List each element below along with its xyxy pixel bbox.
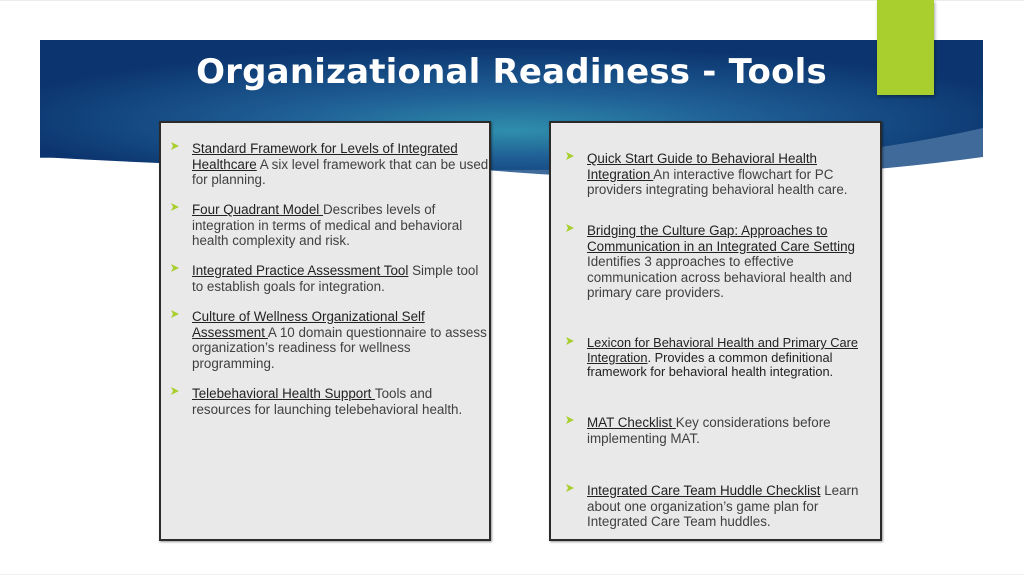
arrow-bullet-icon: [566, 416, 574, 424]
list-item: Telebehavioral Health Support Tools and …: [171, 386, 492, 417]
list-item: Integrated Care Team Huddle Checklist Le…: [566, 483, 881, 530]
tool-link[interactable]: Integrated Practice Assessment Tool: [192, 263, 408, 278]
list-item: Bridging the Culture Gap: Approaches to …: [566, 223, 881, 301]
arrow-bullet-icon: [171, 310, 179, 318]
list-item: Four Quadrant Model Describes levels of …: [171, 202, 492, 249]
arrow-bullet-icon: [566, 337, 574, 345]
left-tools-panel: Standard Framework for Levels of Integra…: [159, 121, 491, 541]
arrow-bullet-icon: [171, 264, 179, 272]
right-tools-panel: Quick Start Guide to Behavioral Health I…: [549, 121, 882, 541]
tool-link[interactable]: Four Quadrant Model: [192, 202, 323, 217]
arrow-bullet-icon: [566, 484, 574, 492]
list-item: Culture of Wellness Organizational Self …: [171, 309, 492, 371]
list-item: Quick Start Guide to Behavioral Health I…: [566, 151, 881, 198]
tool-description: Identifies 3 approaches to effective com…: [587, 254, 852, 300]
list-item: Standard Framework for Levels of Integra…: [171, 141, 492, 188]
tool-link[interactable]: Integrated Care Team Huddle Checklist: [587, 483, 820, 498]
tool-link[interactable]: Telebehavioral Health Support: [192, 386, 375, 401]
list-item: MAT Checklist Key considerations before …: [566, 415, 881, 446]
arrow-bullet-icon: [171, 142, 179, 150]
slide-title: Organizational Readiness - Tools: [196, 52, 827, 92]
arrow-bullet-icon: [171, 203, 179, 211]
bottom-divider: [0, 574, 1024, 575]
list-item: Lexicon for Behavioral Health and Primar…: [566, 335, 881, 380]
arrow-bullet-icon: [171, 387, 179, 395]
tool-link[interactable]: MAT Checklist: [587, 415, 676, 430]
arrow-bullet-icon: [566, 224, 574, 232]
list-item: Integrated Practice Assessment Tool Simp…: [171, 263, 492, 294]
tool-link[interactable]: Bridging the Culture Gap: Approaches to …: [587, 223, 855, 254]
arrow-bullet-icon: [566, 152, 574, 160]
